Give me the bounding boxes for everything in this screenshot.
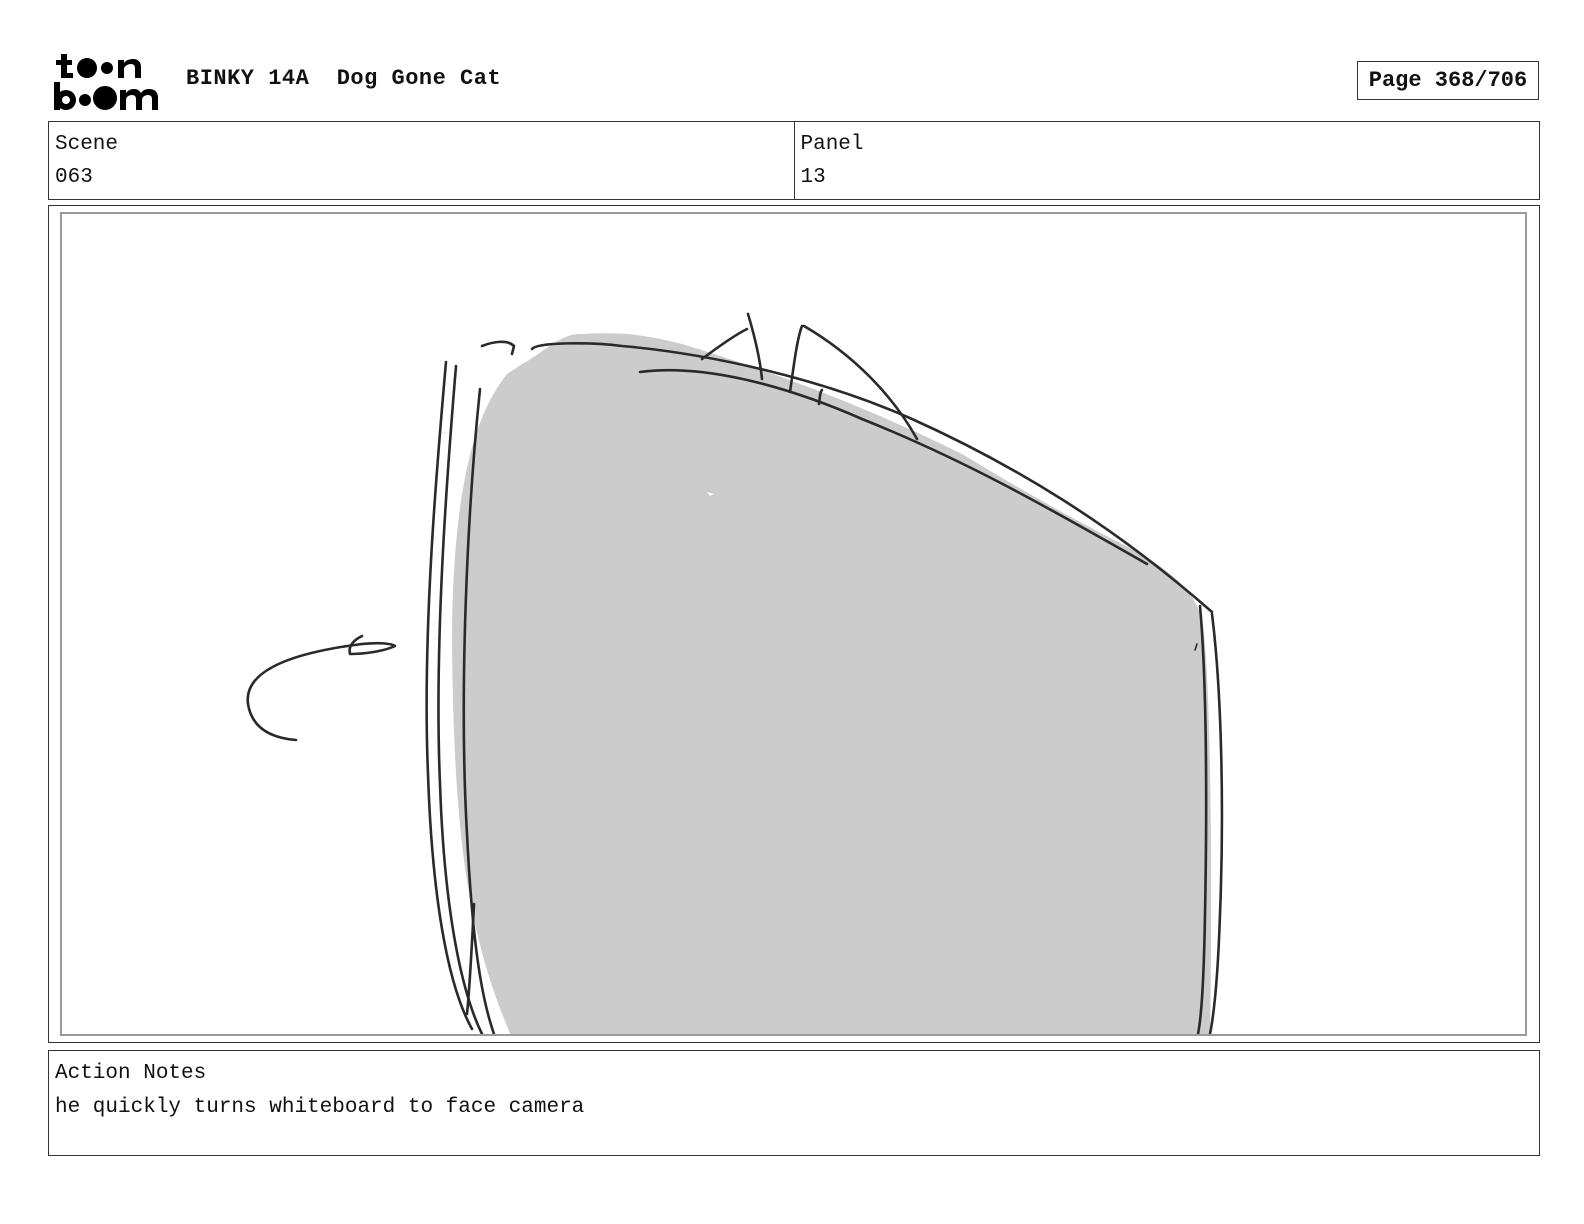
panel-number: 13 [800,166,826,189]
action-notes-box: Action Notes he quickly turns whiteboard… [48,1050,1540,1156]
action-notes-text: he quickly turns whiteboard to face came… [55,1096,585,1119]
project-title: BINKY 14A Dog Gone Cat [186,66,502,91]
page-indicator: Page 368/706 [1357,61,1539,100]
board-right-edge-outer [1208,612,1224,1034]
whiteboard-sketch [246,312,1224,1034]
scene-panel-info: Scene 063 Panel 13 [48,121,1540,200]
stand-leg-mid [788,324,804,394]
stand-leg-left [700,327,749,361]
scene-label: Scene [55,133,119,156]
scene-number: 063 [55,166,93,189]
scene-cell: Scene 063 [49,122,794,199]
panel-cell: Panel 13 [793,122,1540,199]
board-bottom-stroke [465,902,476,1016]
turn-arrow-curve [246,642,364,742]
toon-boom-logo [54,54,158,110]
action-notes-label: Action Notes [55,1062,207,1085]
storyboard-drawing-area [60,212,1527,1036]
storyboard-panel-frame [48,205,1540,1043]
board-top-corner [480,340,516,356]
panel-label: Panel [800,133,864,156]
whiteboard-fill [452,333,1212,1034]
